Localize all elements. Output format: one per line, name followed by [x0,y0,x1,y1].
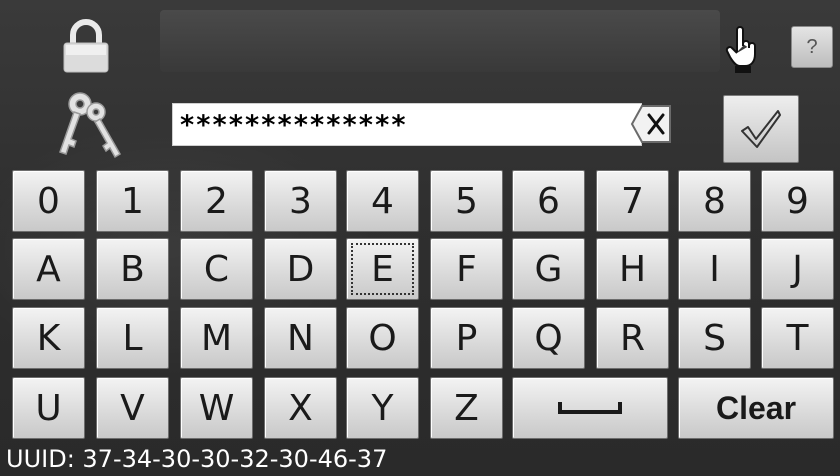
uuid-label: UUID: 37-34-30-30-32-30-46-37 [6,445,388,473]
key-8[interactable]: 8 [678,170,751,232]
key-k[interactable]: K [12,307,85,369]
key-r[interactable]: R [596,307,669,369]
key-m[interactable]: M [180,307,253,369]
key-6[interactable]: 6 [512,170,585,232]
key-e[interactable]: E [346,238,419,300]
key-x[interactable]: X [264,377,337,439]
key-0[interactable]: 0 [12,170,85,232]
keypad: 0 1 2 3 4 5 6 7 8 9 A B C D E F G H I J K L M N O P Q R S T U V W X Y Z Clea… [0,0,840,476]
key-b[interactable]: B [96,238,169,300]
key-d[interactable]: D [264,238,337,300]
clear-button[interactable]: Clear [678,377,834,439]
key-j[interactable]: J [761,238,834,300]
space-icon [558,402,622,414]
key-w[interactable]: W [180,377,253,439]
key-y[interactable]: Y [346,377,419,439]
key-9[interactable]: 9 [761,170,834,232]
key-u[interactable]: U [12,377,85,439]
key-s[interactable]: S [678,307,751,369]
key-l[interactable]: L [96,307,169,369]
key-f[interactable]: F [430,238,503,300]
key-c[interactable]: C [180,238,253,300]
key-p[interactable]: P [430,307,503,369]
key-5[interactable]: 5 [430,170,503,232]
key-a[interactable]: A [12,238,85,300]
key-4[interactable]: 4 [346,170,419,232]
key-t[interactable]: T [761,307,834,369]
key-n[interactable]: N [264,307,337,369]
key-space[interactable] [512,377,668,439]
key-h[interactable]: H [596,238,669,300]
key-7[interactable]: 7 [596,170,669,232]
key-i[interactable]: I [678,238,751,300]
key-2[interactable]: 2 [180,170,253,232]
key-1[interactable]: 1 [96,170,169,232]
password-keypad-screen: ? ************** 0123456789ABCDEFGHI J K… [0,0,840,476]
key-o[interactable]: O [346,307,419,369]
key-g[interactable]: G [512,238,585,300]
key-3[interactable]: 3 [264,170,337,232]
key-q[interactable]: Q [512,307,585,369]
key-z[interactable]: Z [430,377,503,439]
key-v[interactable]: V [96,377,169,439]
